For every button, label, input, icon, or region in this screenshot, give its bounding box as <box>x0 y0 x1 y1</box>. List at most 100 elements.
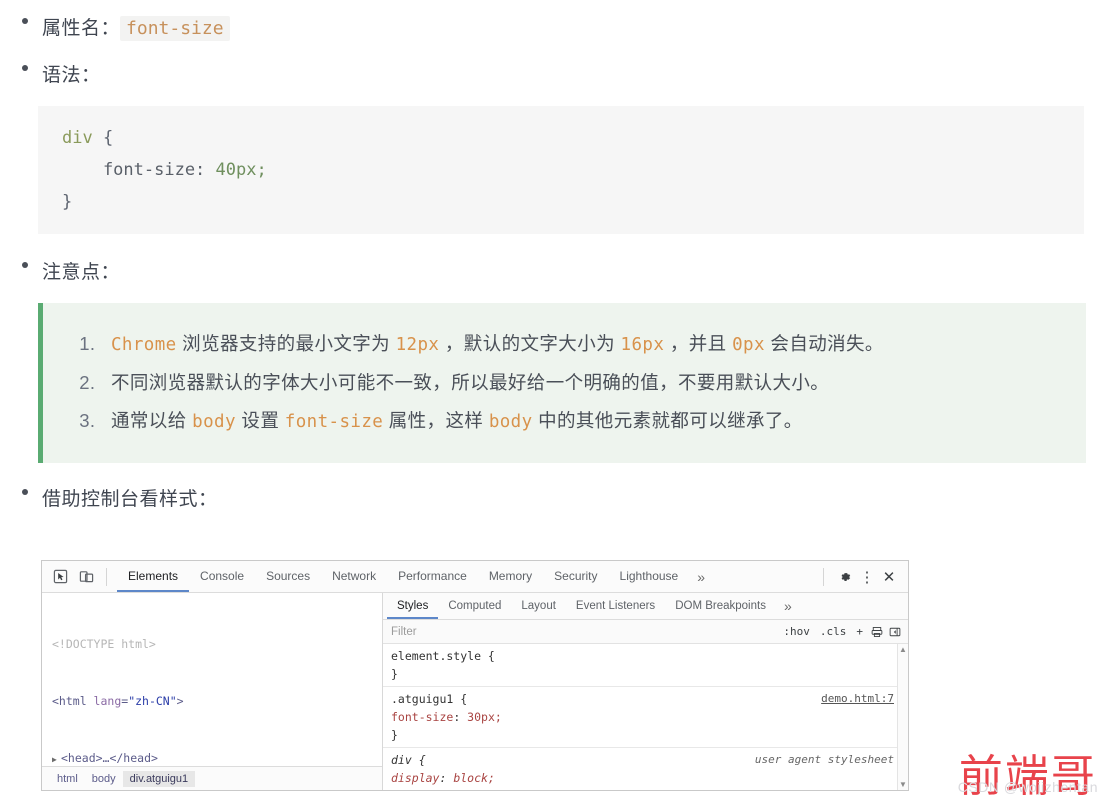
breadcrumb-item-body[interactable]: body <box>85 771 123 787</box>
cls-toggle-button[interactable]: .cls <box>815 625 852 638</box>
inspect-element-icon[interactable] <box>48 566 72 588</box>
styles-more-tabs-icon[interactable]: » <box>776 598 800 614</box>
bullet-syntax: 语法： <box>22 64 1106 88</box>
bullet-property-name: 属性名： font-size <box>22 16 1106 41</box>
bullet-console: 借助控制台看样式： <box>22 488 1106 512</box>
rule-atguigu1-origin[interactable]: demo.html:7 <box>821 690 894 708</box>
tab-console[interactable]: Console <box>189 561 255 592</box>
note1-t2: 浏览器支持的最小文字为 <box>176 333 396 355</box>
computed-sidebar-icon[interactable] <box>886 623 904 641</box>
rule-div-origin: user agent stylesheet <box>754 753 894 766</box>
tab-network[interactable]: Network <box>321 561 387 592</box>
tab-elements[interactable]: Elements <box>117 561 190 592</box>
tab-security[interactable]: Security <box>543 561 608 592</box>
rule-atguigu1-selector: .atguigu1 { <box>391 692 468 706</box>
dom-html-attr: lang <box>93 694 122 708</box>
expand-triangle-collapsed-icon[interactable]: ▶ <box>52 750 61 766</box>
styles-scrollbar[interactable]: ▲ ▼ <box>897 644 908 790</box>
watermark-sub-text: CSDN @wojizhentan <box>957 779 1098 795</box>
code-open-brace: { <box>92 127 114 148</box>
scroll-up-icon[interactable]: ▲ <box>898 645 908 654</box>
close-icon[interactable]: ✕ <box>878 566 900 588</box>
tab-memory[interactable]: Memory <box>478 561 543 592</box>
rule-element-style[interactable]: element.style { } <box>383 644 908 687</box>
note-item-1: Chrome 浏览器支持的最小文字为 12px ，默认的文字大小为 16px ，… <box>101 325 1076 364</box>
styles-pane: Styles Computed Layout Event Listeners D… <box>383 593 908 790</box>
note1-0px: 0px <box>732 335 765 356</box>
devtools-body: <!DOCTYPE html> <html lang="zh-CN"> ▶ <he… <box>42 593 908 790</box>
rule-atguigu1-colon: : <box>453 710 468 724</box>
bullet-console-label: 借助控制台看样式： <box>42 488 218 510</box>
code-selector: div <box>62 127 93 148</box>
watermark-main-text: 前端哥 <box>958 751 1097 802</box>
rule-div-selector: div { <box>391 753 426 767</box>
rule-atguigu1-close: } <box>391 728 398 742</box>
dom-tree-pane: <!DOCTYPE html> <html lang="zh-CN"> ▶ <he… <box>42 593 383 790</box>
note1-12px: 12px <box>395 335 440 356</box>
rule-element-style-close: } <box>391 667 398 681</box>
note1-t8: 会自动消失。 <box>764 333 884 355</box>
styles-tab-bar: Styles Computed Layout Event Listeners D… <box>383 593 908 620</box>
rule-atguigu1[interactable]: .atguigu1 {demo.html:7 font-size: 30px; … <box>383 687 908 748</box>
dom-html-gt: > <box>176 694 184 708</box>
rule-div-useragent[interactable]: div { user agent stylesheet display: bloc… <box>383 748 908 790</box>
bullet-syntax-label: 语法： <box>42 64 101 86</box>
note3-body-2: body <box>488 412 533 433</box>
tab-computed[interactable]: Computed <box>438 593 511 619</box>
tab-sources[interactable]: Sources <box>255 561 321 592</box>
toolbar-right-group: ⋮ ✕ <box>813 566 908 588</box>
toolbar-divider <box>106 567 107 586</box>
note3-fontsize: font-size <box>284 412 384 433</box>
tab-styles[interactable]: Styles <box>387 593 439 619</box>
note2-text: 不同浏览器默认的字体大小可能不一致，所以最好给一个明确的值，不要用默认大小。 <box>111 372 830 394</box>
dom-line-doctype[interactable]: <!DOCTYPE html> <box>42 635 382 654</box>
note3-t2: 通常以给 <box>111 410 193 432</box>
bullet-notes-label: 注意点： <box>42 262 121 284</box>
dom-line-html-open[interactable]: <html lang="zh-CN"> <box>42 692 382 711</box>
code-value: 40px; <box>215 159 267 180</box>
code-close-brace: } <box>62 192 73 213</box>
bullet-dot-icon <box>22 64 28 71</box>
inline-code-font-size: font-size <box>120 16 230 41</box>
note3-t6: 属性，这样 <box>383 410 489 432</box>
tab-event-listeners[interactable]: Event Listeners <box>566 593 665 619</box>
watermark: 前端哥 CSDN @wojizhentan <box>957 755 1098 799</box>
tab-layout[interactable]: Layout <box>511 593 566 619</box>
hov-toggle-button[interactable]: :hov <box>778 625 815 638</box>
devtools-window: Elements Console Sources Network Perform… <box>41 560 909 791</box>
note3-t4: 设置 <box>235 410 285 432</box>
tab-dom-breakpoints[interactable]: DOM Breakpoints <box>665 593 776 619</box>
breadcrumb: html body div.atguigu1 <box>42 766 382 790</box>
more-tabs-icon[interactable]: » <box>689 569 713 585</box>
device-toolbar-icon[interactable] <box>74 566 98 588</box>
note3-t8: 中的其他元素就都可以继承了。 <box>532 410 803 432</box>
note-item-3: 通常以给 body 设置 font-size 属性，这样 body 中的其他元素… <box>101 402 1076 441</box>
lesson-document: 属性名： font-size 语法： div { font-size: 40px;… <box>0 16 1106 512</box>
note1-chrome: Chrome <box>111 335 177 356</box>
filter-input[interactable]: Filter <box>391 626 778 638</box>
more-options-icon[interactable]: ⋮ <box>856 566 878 588</box>
print-media-icon[interactable] <box>868 623 886 641</box>
breadcrumb-item-div[interactable]: div.atguigu1 <box>122 770 196 787</box>
bullet-dot-icon <box>22 262 28 269</box>
breadcrumb-item-html[interactable]: html <box>50 771 85 787</box>
gear-icon[interactable] <box>834 566 856 588</box>
rule-div-prop[interactable]: display <box>391 771 439 785</box>
note3-body-1: body <box>192 412 236 433</box>
tab-performance[interactable]: Performance <box>387 561 478 592</box>
rule-element-style-selector: element.style { <box>391 649 495 663</box>
bullet-notes: 注意点： <box>22 262 1106 285</box>
bullet-dot-icon <box>22 18 28 24</box>
new-style-rule-button[interactable]: + <box>851 625 868 638</box>
rule-div-colon: : <box>439 771 454 785</box>
dom-line-head[interactable]: ▶ <head>…</head> <box>42 749 382 766</box>
tab-lighthouse[interactable]: Lighthouse <box>609 561 690 592</box>
scroll-down-icon[interactable]: ▼ <box>898 780 908 789</box>
devtools-toolbar: Elements Console Sources Network Perform… <box>42 561 908 593</box>
rule-div-value[interactable]: block; <box>453 771 495 785</box>
rule-atguigu1-prop[interactable]: font-size <box>391 710 453 724</box>
notes-callout: Chrome 浏览器支持的最小文字为 12px ，默认的文字大小为 16px ，… <box>38 303 1086 463</box>
note1-t6: ，并且 <box>664 333 733 355</box>
note-item-2: 不同浏览器默认的字体大小可能不一致，所以最好给一个明确的值，不要用默认大小。 <box>101 364 1076 402</box>
rule-atguigu1-value[interactable]: 30px; <box>467 710 502 724</box>
